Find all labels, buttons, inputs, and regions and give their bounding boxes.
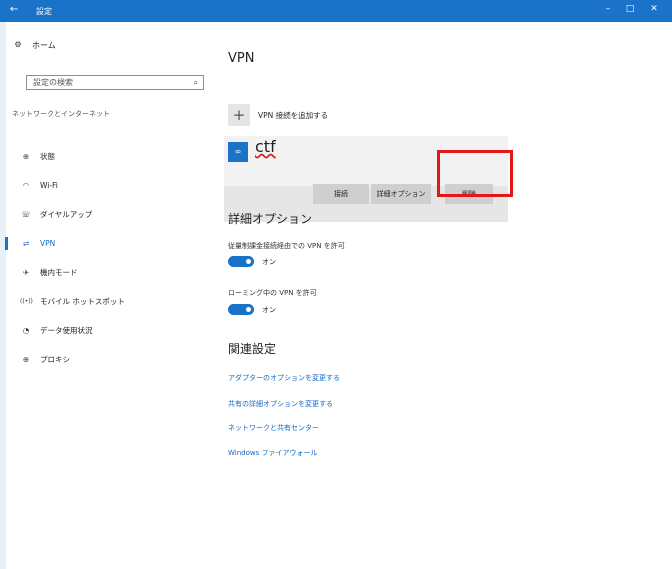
wifi-icon: ◠ bbox=[22, 180, 30, 190]
link-network-center[interactable]: ネットワークと共有センター bbox=[228, 423, 319, 433]
add-vpn-label: VPN 接続を追加する bbox=[258, 110, 329, 120]
sidebar-item-label: モバイル ホットスポット bbox=[40, 297, 125, 306]
delete-highlight-box bbox=[437, 150, 513, 197]
connect-button[interactable]: 接続 bbox=[313, 184, 369, 204]
search-placeholder: 設定の検索 bbox=[33, 78, 73, 87]
hotspot-icon: ((•)) bbox=[20, 297, 33, 305]
add-icon[interactable]: + bbox=[228, 104, 250, 126]
sidebar-item-vpn[interactable]: ⇌ VPN bbox=[5, 229, 206, 258]
maximize-button[interactable]: □ bbox=[622, 4, 638, 14]
search-input[interactable]: 設定の検索 ⌕ bbox=[26, 75, 204, 90]
window-title: 設定 bbox=[36, 7, 52, 16]
sidebar-item-label: ダイヤルアップ bbox=[40, 210, 93, 219]
page-title: VPN bbox=[228, 51, 255, 66]
title-bar: ← 設定 – □ ✕ bbox=[0, 0, 672, 22]
sidebar-item-hotspot[interactable]: ((•)) モバイル ホットスポット bbox=[6, 287, 206, 316]
roaming-toggle-row: オン bbox=[228, 304, 276, 315]
dialup-icon: ☏ bbox=[21, 209, 31, 219]
sidebar-item-label: VPN bbox=[40, 239, 56, 248]
sidebar-item-wifi[interactable]: ◠ Wi-Fi bbox=[6, 171, 206, 200]
link-adapter-options[interactable]: アダプターのオプションを変更する bbox=[228, 373, 340, 383]
home-link[interactable]: ⚙ ホーム bbox=[12, 39, 56, 51]
roaming-toggle[interactable] bbox=[228, 304, 254, 315]
main-content: VPN + VPN 接続を追加する ∞ ctf 接続 詳細オプション 削除 詳細… bbox=[224, 22, 668, 569]
status-icon: ⊕ bbox=[22, 151, 30, 161]
sidebar-item-label: 機内モード bbox=[40, 268, 78, 277]
sidebar-item-label: 状態 bbox=[40, 152, 55, 161]
data-usage-icon: ◔ bbox=[22, 325, 30, 335]
metered-state: オン bbox=[262, 257, 276, 266]
vpn-icon: ⇌ bbox=[22, 238, 30, 248]
sidebar-item-status[interactable]: ⊕ 状態 bbox=[6, 142, 206, 171]
home-label: ホーム bbox=[32, 40, 56, 50]
metered-label: 従量制課金接続経由での VPN を許可 bbox=[228, 242, 345, 250]
vpn-connection-icon: ∞ bbox=[228, 142, 248, 162]
sidebar-item-proxy[interactable]: ⊕ プロキシ bbox=[6, 345, 206, 374]
related-heading: 関連設定 bbox=[228, 342, 277, 356]
search-icon: ⌕ bbox=[193, 78, 198, 87]
minimize-button[interactable]: – bbox=[600, 4, 616, 14]
metered-toggle[interactable] bbox=[228, 256, 254, 267]
airplane-icon: ✈ bbox=[22, 267, 30, 277]
advanced-heading: 詳細オプション bbox=[228, 212, 313, 226]
metered-toggle-row: オン bbox=[228, 256, 276, 267]
roaming-label: ローミング中の VPN を許可 bbox=[228, 289, 317, 297]
proxy-icon: ⊕ bbox=[22, 354, 30, 364]
gear-icon: ⚙ bbox=[14, 40, 22, 49]
roaming-state: オン bbox=[262, 305, 276, 314]
sidebar-item-dialup[interactable]: ☏ ダイヤルアップ bbox=[6, 200, 206, 229]
sidebar-item-label: Wi-Fi bbox=[40, 181, 58, 190]
sidebar-item-label: プロキシ bbox=[40, 355, 70, 364]
link-sharing-options[interactable]: 共有の詳細オプションを変更する bbox=[228, 399, 333, 409]
vpn-connection-name: ctf bbox=[255, 137, 276, 156]
link-firewall[interactable]: Windows ファイアウォール bbox=[228, 448, 317, 458]
sidebar-item-data-usage[interactable]: ◔ データ使用状況 bbox=[6, 316, 206, 345]
sidebar: ⚙ ホーム 設定の検索 ⌕ ネットワークとインターネット ⊕ 状態 ◠ Wi-F… bbox=[5, 22, 206, 569]
sidebar-nav: ⊕ 状態 ◠ Wi-Fi ☏ ダイヤルアップ ⇌ VPN ✈ 機内モード ((•… bbox=[5, 142, 206, 374]
close-button[interactable]: ✕ bbox=[646, 4, 662, 14]
back-arrow-icon[interactable]: ← bbox=[10, 4, 18, 15]
advanced-options-button[interactable]: 詳細オプション bbox=[371, 184, 431, 204]
sidebar-item-airplane[interactable]: ✈ 機内モード bbox=[6, 258, 206, 287]
sidebar-item-label: データ使用状況 bbox=[40, 326, 93, 335]
add-vpn-row[interactable]: + VPN 接続を追加する bbox=[228, 104, 328, 126]
section-title: ネットワークとインターネット bbox=[12, 110, 110, 118]
